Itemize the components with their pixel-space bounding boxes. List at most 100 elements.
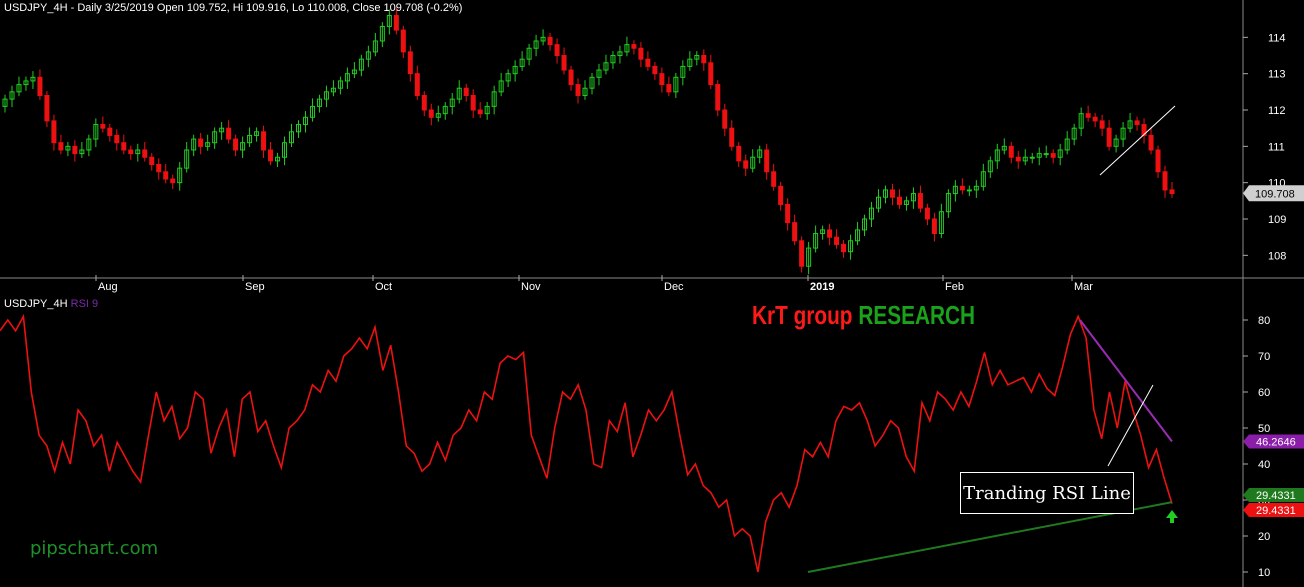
candle-bear [261, 131, 267, 151]
candle-bear [659, 73, 665, 86]
candle-bear [393, 15, 399, 31]
candle-bear [896, 196, 902, 205]
candle-bear [638, 47, 644, 60]
candle-bear [421, 94, 427, 111]
candle-bull [1029, 156, 1035, 159]
candle-bear [100, 124, 106, 129]
last-price-label: 109.708 [1255, 188, 1295, 200]
rsi-y-tick-label: 50 [1258, 423, 1270, 435]
candle-bear [1050, 153, 1056, 158]
price-y-tick-label: 108 [1268, 250, 1286, 262]
candle-bear [554, 44, 560, 57]
rsi-resistance-line [1079, 319, 1173, 443]
candle-bear [736, 145, 742, 162]
candle-bear [924, 207, 930, 220]
rsi-pane: 102030405060708046.264629.433129.4331 [0, 313, 1304, 579]
candle-bear [792, 222, 798, 242]
candle-bear [1162, 171, 1168, 191]
candle-bear [1155, 149, 1161, 173]
x-tick-label: Nov [521, 281, 541, 293]
candle-bear [645, 58, 651, 67]
candle-bear [785, 203, 791, 224]
candle-bear [764, 149, 770, 173]
watermark-part2: RESEARCH [858, 300, 976, 330]
rsi-y-tick-label: 10 [1258, 567, 1270, 579]
candle-bear [568, 69, 574, 86]
candle-bear [44, 94, 50, 122]
candle-bear [827, 229, 833, 238]
x-tick-label: Sep [245, 281, 265, 293]
candle-bear [226, 127, 232, 140]
x-tick-label: 2019 [810, 281, 834, 293]
candle-bear [1169, 189, 1175, 195]
candle-bear [1085, 113, 1091, 118]
rsi-title: USDJPY_4H RSI 9 [4, 298, 98, 310]
candle-bear [778, 185, 784, 205]
candle-bear [477, 109, 483, 115]
candle-bear [107, 127, 113, 136]
candle-bear [51, 120, 57, 144]
x-tick-label: Oct [375, 281, 392, 293]
candle-bear [1148, 134, 1154, 151]
candle-bear [142, 149, 148, 158]
price-y-tick-label: 112 [1268, 105, 1286, 117]
candle-bear [163, 171, 169, 180]
rsi-annotation-line [1107, 384, 1154, 467]
rsi-indicator-name: RSI 9 [70, 298, 99, 310]
candle-bear [959, 185, 965, 191]
candle-bear [1092, 116, 1098, 122]
candle-bear [889, 189, 895, 198]
candle-bull [1043, 153, 1049, 156]
annotation-box: Tranding RSI Line [960, 472, 1134, 514]
candle-bear [428, 109, 434, 118]
candle-bear [917, 193, 923, 209]
candle-bear [561, 55, 567, 71]
candle-bear [799, 240, 805, 267]
candle-bear [156, 164, 162, 173]
candle-bear [128, 149, 134, 155]
candle-bear [121, 142, 127, 151]
rsi-value-label: 46.2646 [1256, 436, 1296, 448]
rsi-value-label: 29.4331 [1256, 505, 1296, 517]
x-tick-label: Aug [98, 281, 118, 293]
candle-bear [149, 156, 155, 166]
candle-bear [470, 94, 476, 111]
candle-bear [463, 87, 469, 96]
rsi-line [0, 313, 1173, 573]
candle-bear [414, 73, 420, 96]
candle-bear [666, 84, 672, 93]
price-y-tick-label: 113 [1268, 69, 1286, 81]
candle-bear [547, 36, 553, 46]
candle-bear [575, 84, 581, 96]
candle-bear [37, 76, 43, 96]
candle-bear [743, 160, 749, 169]
candle-bear [834, 236, 840, 245]
site-watermark: pipschart.com [30, 538, 159, 559]
candle-bear [701, 55, 707, 64]
candle-bear [268, 149, 274, 162]
candle-bear [841, 243, 847, 253]
candle-bear [407, 51, 413, 75]
candle-bear [931, 218, 937, 235]
candle-bear [400, 29, 406, 53]
candle-bear [72, 145, 78, 155]
candle-bear [233, 138, 239, 151]
candle-bear [58, 142, 64, 151]
rsi-symbol: USDJPY_4H [4, 298, 68, 310]
candle-bear [1015, 156, 1021, 162]
rsi-y-tick-label: 80 [1258, 315, 1270, 327]
candle-bear [198, 138, 204, 147]
candle-bear [170, 178, 176, 184]
candle-bull [966, 189, 972, 192]
rsi-y-tick-label: 60 [1258, 387, 1270, 399]
rsi-y-tick-label: 40 [1258, 459, 1270, 471]
up-arrow-icon [1166, 510, 1178, 523]
candle-bear [729, 127, 735, 147]
candle-bear [1008, 145, 1014, 158]
x-tick-label: Dec [664, 281, 684, 293]
rsi-y-tick-label: 70 [1258, 351, 1270, 363]
candle-bear [631, 44, 637, 49]
candle-bear [1099, 120, 1105, 129]
candle-bear [715, 84, 721, 111]
price-y-tick-label: 111 [1268, 141, 1285, 153]
